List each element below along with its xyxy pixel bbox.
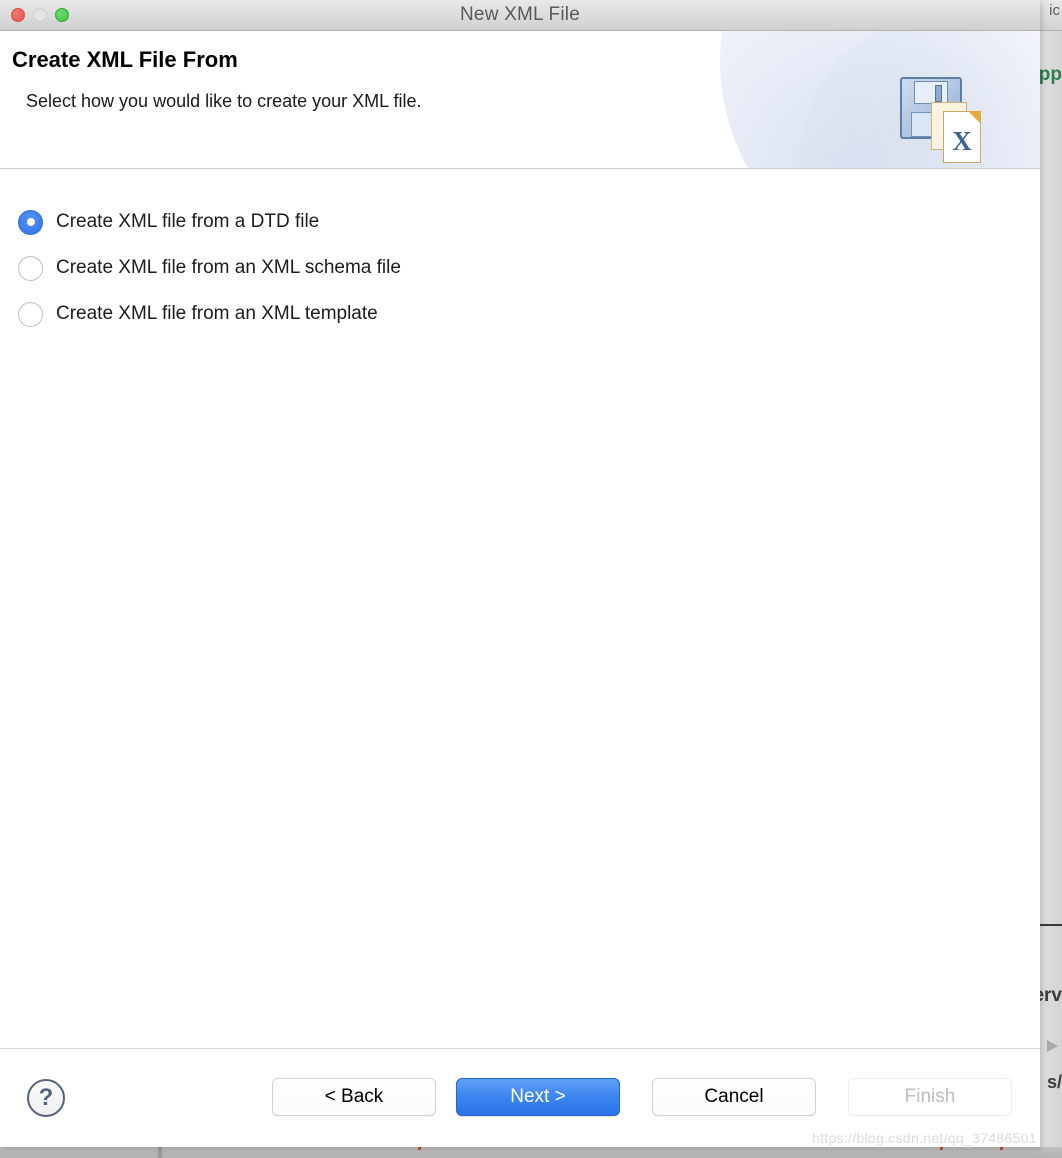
page-subtitle: Select how you would like to create your… (26, 91, 422, 111)
background-bottom-mark (940, 1147, 943, 1150)
option-row-schema[interactable]: Create XML file from an XML schema file (0, 245, 1040, 291)
radio-template[interactable] (18, 301, 43, 327)
new-xml-file-dialog: New XML File Create XML File From Select… (0, 0, 1040, 1147)
maximize-window-button[interactable] (55, 8, 69, 22)
background-bottom-mark (418, 1147, 421, 1150)
dialog-header: Create XML File From Select how you woul… (0, 31, 1040, 169)
background-text-fragment-bottom: s/ (1046, 1072, 1062, 1092)
radio-schema[interactable] (18, 255, 43, 281)
dialog-titlebar[interactable]: New XML File (0, 0, 1040, 31)
option-label-dtd: Create XML file from a DTD file (56, 211, 320, 232)
finish-button: Finish (848, 1078, 1012, 1116)
close-window-button[interactable] (11, 8, 25, 22)
next-button[interactable]: Next > (456, 1078, 620, 1116)
cancel-button[interactable]: Cancel (652, 1078, 816, 1116)
page-title: Create XML File From (12, 47, 238, 72)
watermark-text: https://blog.csdn.net/qq_37486501 (812, 1130, 1037, 1146)
background-bottom-divider (158, 1147, 162, 1158)
window-controls (11, 8, 69, 22)
window-title: New XML File (460, 4, 580, 25)
document-front-page-icon: X (943, 111, 981, 163)
xml-file-floppy-icon: X (898, 73, 998, 165)
background-text-fragment-green: pp (1038, 64, 1062, 85)
background-expand-arrow-icon (1047, 1040, 1058, 1052)
floppy-shutter (914, 81, 948, 104)
option-row-dtd[interactable]: Create XML file from a DTD file (0, 199, 1040, 245)
minimize-window-button[interactable] (33, 8, 47, 22)
option-label-schema: Create XML file from an XML schema file (56, 257, 401, 278)
option-label-template: Create XML file from an XML template (56, 303, 378, 324)
radio-dtd[interactable] (18, 209, 43, 235)
page-fold-corner-icon (968, 111, 981, 124)
dialog-body: Create XML file from a DTD file Create X… (0, 169, 1040, 1048)
option-row-template[interactable]: Create XML file from an XML template (0, 291, 1040, 337)
background-bottom-mark (1000, 1147, 1003, 1150)
help-button[interactable]: ? (27, 1079, 65, 1117)
background-text-fragment-top: ic (1049, 2, 1060, 19)
back-button[interactable]: < Back (272, 1078, 436, 1116)
xml-letter-glyph: X (952, 126, 972, 156)
floppy-shutter-slot (935, 85, 942, 102)
